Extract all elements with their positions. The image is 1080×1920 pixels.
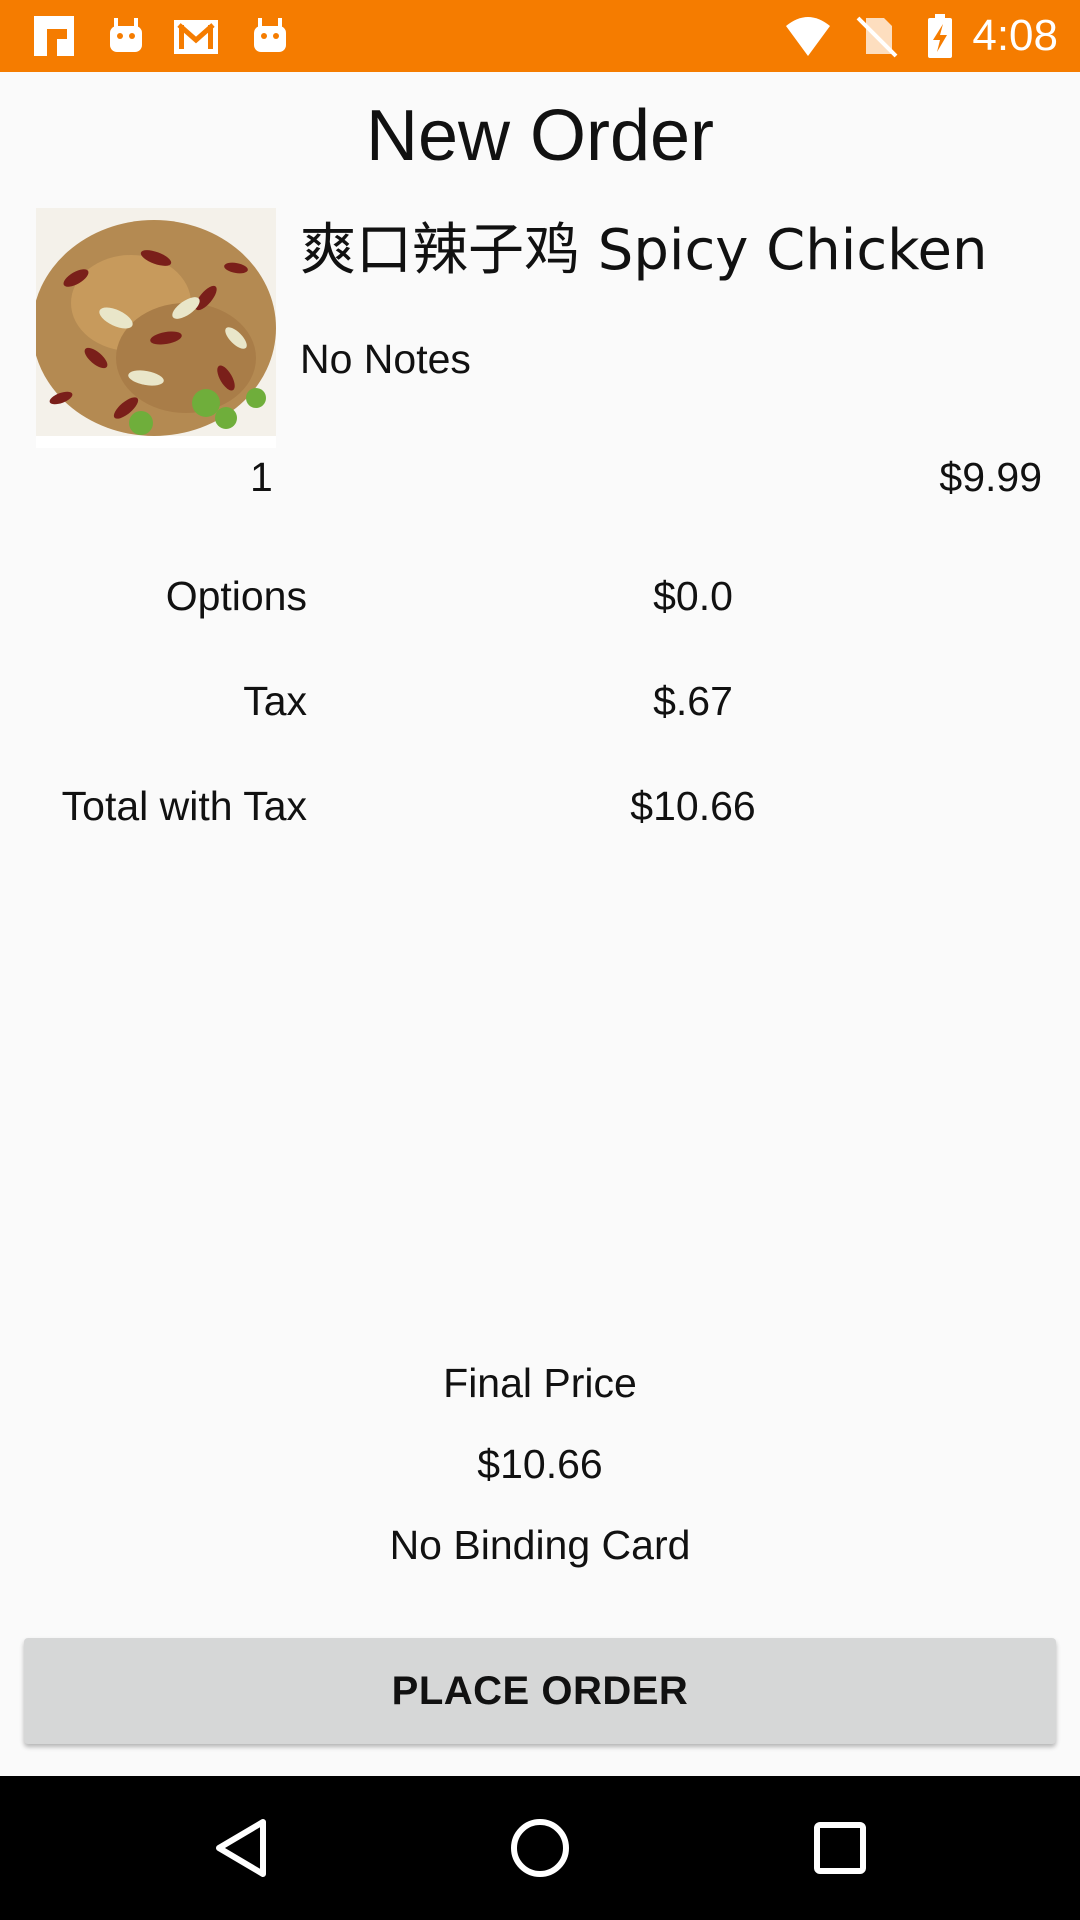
tax-label: Tax bbox=[243, 678, 307, 724]
android-icon bbox=[254, 18, 286, 52]
item-quantity: 1 bbox=[250, 454, 273, 500]
navigation-bar bbox=[0, 1776, 1080, 1920]
item-notes: No Notes bbox=[300, 336, 471, 382]
dish-image bbox=[36, 208, 276, 448]
gmail-icon bbox=[174, 20, 218, 54]
total-with-tax-value: $10.66 bbox=[630, 783, 756, 829]
tax-value: $.67 bbox=[653, 678, 733, 724]
flipboard-icon bbox=[34, 16, 74, 56]
status-bar: 4:08 bbox=[0, 0, 1080, 72]
page-title: New Order bbox=[365, 96, 715, 176]
item-name: 爽口辣子鸡 Spicy Chicken bbox=[300, 218, 988, 283]
place-order-button[interactable]: PLACE ORDER bbox=[24, 1638, 1056, 1744]
final-price-value: $10.66 bbox=[477, 1441, 603, 1487]
android-icon bbox=[110, 18, 142, 52]
item-price: $9.99 bbox=[939, 454, 1042, 500]
clock-time: 4:08 bbox=[972, 11, 1058, 60]
options-label: Options bbox=[165, 573, 307, 619]
home-icon[interactable] bbox=[504, 1812, 576, 1884]
back-icon[interactable] bbox=[205, 1812, 277, 1884]
total-with-tax-label: Total with Tax bbox=[61, 783, 307, 829]
binding-card-status: No Binding Card bbox=[389, 1522, 691, 1568]
final-price-label: Final Price bbox=[443, 1360, 637, 1406]
wifi-icon bbox=[786, 17, 830, 56]
recents-icon[interactable] bbox=[804, 1812, 876, 1884]
no-sim-icon bbox=[856, 16, 898, 58]
options-value: $0.0 bbox=[653, 573, 733, 619]
battery-charging-icon bbox=[928, 14, 952, 58]
